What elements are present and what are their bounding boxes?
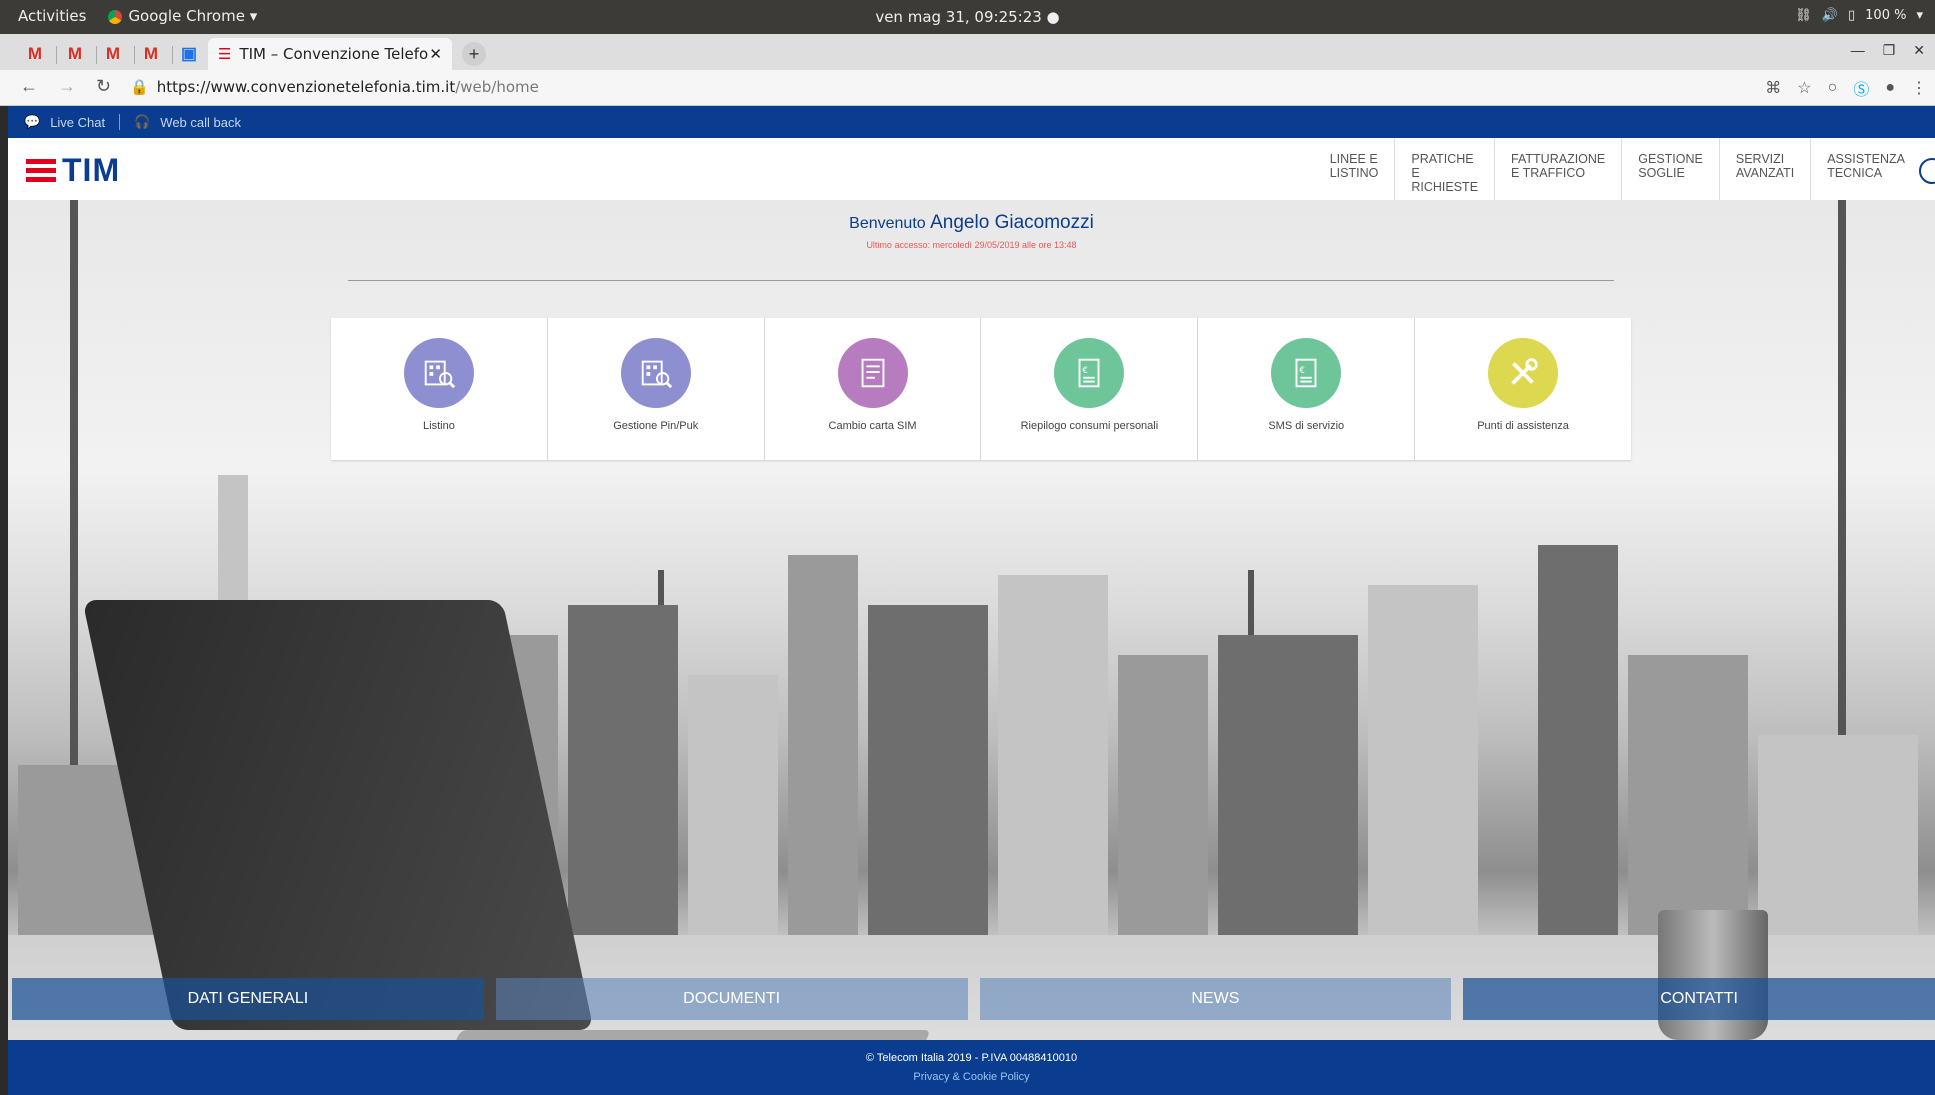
minimize-icon[interactable]: — bbox=[1851, 42, 1865, 59]
tim-website: 💬 Live Chat 🎧 Web call back TIM LINEE E … bbox=[8, 106, 1935, 1095]
tab-dati-generali[interactable]: DATI GENERALI bbox=[12, 978, 484, 1020]
pinned-tab-gmail-1[interactable]: M bbox=[20, 40, 50, 68]
active-tab[interactable]: ☰ TIM – Convenzione Telefo ✕ bbox=[208, 38, 452, 70]
address-toolbar: ← → ↻ 🔒 https://www.convenzionetelefonia.… bbox=[0, 70, 1935, 106]
svg-text:€: € bbox=[1300, 366, 1305, 376]
tile-label: Listino bbox=[423, 420, 455, 432]
close-tab-icon[interactable]: ✕ bbox=[429, 45, 442, 63]
nav-servizi-avanzati[interactable]: SERVIZI AVANZATI bbox=[1720, 138, 1812, 200]
skype-icon[interactable]: Ⓢ bbox=[1853, 76, 1869, 100]
tile-sms-di-servizio[interactable]: € SMS di servizio bbox=[1198, 318, 1416, 460]
service-tiles: Listino Gestione Pin/Puk Cambio carta SI… bbox=[331, 318, 1631, 460]
tile-label: SMS di servizio bbox=[1268, 420, 1345, 432]
tile-riepilogo-consumi[interactable]: € Riepilogo consumi personali bbox=[981, 318, 1199, 460]
nav-linee-e-listino[interactable]: LINEE E LISTINO bbox=[1314, 138, 1396, 200]
svg-text:€: € bbox=[1083, 366, 1088, 376]
url-host: https://www.convenzionetelefonia.tim.it bbox=[156, 78, 456, 96]
nav-pratiche-e-richieste[interactable]: PRATICHE E RICHIESTE bbox=[1395, 138, 1496, 200]
pinned-tab-gmail-2[interactable]: M bbox=[60, 40, 90, 68]
main-nav: LINEE E LISTINO PRATICHE E RICHIESTE FAT… bbox=[1314, 138, 1921, 200]
forward-icon[interactable]: → bbox=[58, 76, 76, 97]
last-access: Ultimo accesso: mercoledì 29/05/2019 all… bbox=[866, 240, 1077, 250]
volume-icon[interactable]: 🔊 bbox=[1822, 8, 1838, 23]
web-call-back-link[interactable]: Web call back bbox=[160, 115, 241, 130]
privacy-policy-link[interactable]: Privacy & Cookie Policy bbox=[8, 1071, 1935, 1083]
welcome-block: Benvenuto Angelo Giacomozzi Ultimo acces… bbox=[8, 212, 1935, 250]
tools-icon bbox=[1488, 338, 1559, 408]
network-icon[interactable]: ⛓ bbox=[1795, 8, 1812, 23]
tim-logo-text: TIM bbox=[62, 152, 121, 188]
close-window-icon[interactable]: ✕ bbox=[1913, 42, 1925, 59]
site-footer: © Telecom Italia 2019 - P.IVA 0048841001… bbox=[8, 1040, 1935, 1095]
nav-fatturazione-e-traffico[interactable]: FATTURAZIONE E TRAFFICO bbox=[1495, 138, 1623, 200]
pinned-tab-calendar-icon[interactable]: ▣ bbox=[174, 40, 204, 68]
tab-contatti[interactable]: CONTATTI bbox=[1463, 978, 1935, 1020]
tile-punti-di-assistenza[interactable]: Punti di assistenza bbox=[1415, 318, 1631, 460]
pinned-tab-gmail-4[interactable]: M bbox=[136, 40, 166, 68]
building-search-icon bbox=[403, 338, 474, 408]
footer-copyright: © Telecom Italia 2019 - P.IVA 0048841001… bbox=[865, 1052, 1078, 1064]
back-icon[interactable]: ← bbox=[20, 76, 38, 97]
reload-icon[interactable]: ↻ bbox=[96, 76, 111, 97]
headset-icon[interactable]: 🎧 bbox=[134, 114, 150, 130]
tile-label: Gestione Pin/Puk bbox=[613, 420, 699, 432]
battery-level: 100 % bbox=[1865, 8, 1907, 23]
building-search-icon bbox=[620, 338, 691, 408]
divider bbox=[119, 114, 121, 130]
nav-assistenza-tecnica[interactable]: ASSISTENZA TECNICA bbox=[1811, 138, 1921, 200]
restore-icon[interactable]: ❐ bbox=[1883, 42, 1896, 59]
welcome-greeting: Benvenuto Angelo Giacomozzi bbox=[8, 212, 1935, 234]
os-top-bar: Activities Google Chrome ▾ ven mag 31, 0… bbox=[0, 0, 1935, 34]
extension-icon[interactable]: ○ bbox=[1828, 79, 1838, 97]
live-chat-link[interactable]: Live Chat bbox=[50, 115, 105, 130]
user-name: Angelo Giacomozzi bbox=[930, 212, 1094, 233]
pinned-tab-gmail-3[interactable]: M bbox=[98, 40, 128, 68]
tile-cambio-carta-sim[interactable]: Cambio carta SIM bbox=[765, 318, 982, 460]
utility-bar: 💬 Live Chat 🎧 Web call back bbox=[8, 106, 1935, 138]
url-bar[interactable]: 🔒 https://www.convenzionetelefonia.tim.it… bbox=[130, 78, 539, 96]
battery-icon[interactable]: ▯ bbox=[1848, 8, 1855, 23]
sim-card-icon bbox=[837, 338, 908, 408]
tile-listino[interactable]: Listino bbox=[331, 318, 548, 460]
tile-label: Cambio carta SIM bbox=[828, 420, 917, 432]
bookmark-star-icon[interactable]: ☆ bbox=[1797, 78, 1811, 98]
translate-icon[interactable]: ⌘ bbox=[1765, 78, 1781, 98]
profile-avatar-icon[interactable]: ● bbox=[1885, 79, 1895, 97]
tim-logo[interactable]: TIM bbox=[26, 152, 120, 189]
tab-separator bbox=[56, 46, 57, 64]
tile-gestione-pin-puk[interactable]: Gestione Pin/Puk bbox=[548, 318, 765, 460]
welcome-prefix: Benvenuto bbox=[849, 215, 926, 232]
url-path: /web/home bbox=[455, 78, 539, 96]
welcome-divider bbox=[348, 280, 1614, 281]
tab-news[interactable]: NEWS bbox=[979, 978, 1452, 1020]
new-tab-button[interactable]: + bbox=[462, 42, 486, 66]
tab-documenti[interactable]: DOCUMENTI bbox=[495, 978, 968, 1020]
document-euro-icon: € bbox=[1054, 338, 1125, 408]
system-menu-chevron-icon[interactable]: ▾ bbox=[1916, 8, 1923, 23]
tile-label: Punti di assistenza bbox=[1477, 420, 1569, 432]
mug-image bbox=[1658, 910, 1768, 1040]
window-controls: — ❐ ✕ bbox=[1851, 42, 1925, 59]
chat-icon[interactable]: 💬 bbox=[24, 114, 40, 130]
lock-icon: 🔒 bbox=[130, 78, 149, 96]
nav-gestione-soglie[interactable]: GESTIONE SOGLIE bbox=[1622, 138, 1720, 200]
tab-separator bbox=[134, 46, 135, 64]
document-euro-icon: € bbox=[1271, 338, 1342, 408]
tab-separator bbox=[96, 46, 97, 64]
hamburger-menu-icon[interactable] bbox=[1919, 158, 1935, 184]
tab-separator bbox=[172, 46, 173, 64]
system-clock[interactable]: ven mag 31, 09:25:23 ● bbox=[0, 8, 1935, 26]
browser-tab-strip: M M M M ▣ ☰ TIM – Convenzione Telefo ✕ +… bbox=[0, 34, 1935, 70]
bottom-section-tabs: DATI GENERALI DOCUMENTI NEWS CONTATTI bbox=[12, 978, 1935, 1020]
chrome-menu-icon[interactable]: ⋮ bbox=[1911, 78, 1927, 98]
tim-favicon-icon: ☰ bbox=[218, 45, 232, 63]
site-header: TIM LINEE E LISTINO PRATICHE E RICHIESTE… bbox=[8, 138, 1935, 200]
tile-label: Riepilogo consumi personali bbox=[1020, 420, 1159, 432]
tim-logo-bars-icon bbox=[26, 159, 56, 182]
active-tab-title: TIM – Convenzione Telefo bbox=[239, 45, 429, 63]
